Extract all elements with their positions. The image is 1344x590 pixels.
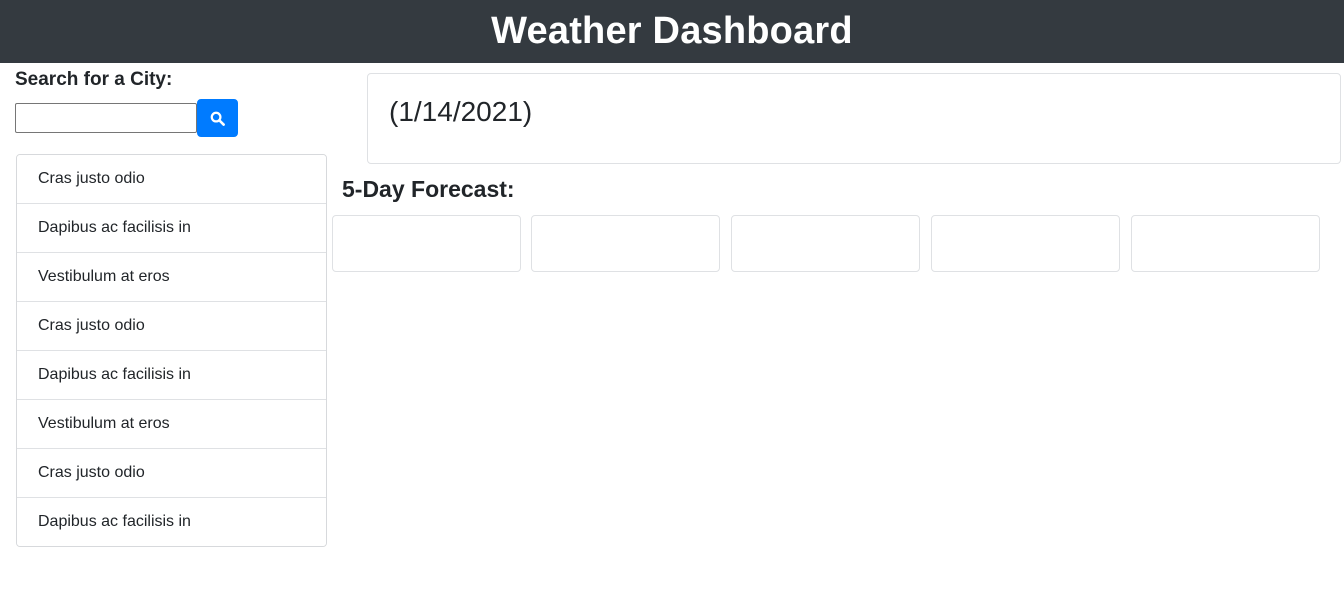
history-item[interactable]: Dapibus ac facilisis in [17,204,326,253]
current-weather-card: (1/14/2021) [367,73,1341,164]
history-item[interactable]: Dapibus ac facilisis in [17,351,326,400]
city-search-input[interactable] [15,103,197,133]
forecast-card-day-5 [1131,215,1320,272]
forecast-card-day-1 [332,215,521,272]
history-item[interactable]: Cras justo odio [17,302,326,351]
forecast-card-day-4 [931,215,1120,272]
current-date: (1/14/2021) [389,96,533,127]
history-item[interactable]: Dapibus ac facilisis in [17,498,326,546]
history-item[interactable]: Vestibulum at eros [17,253,326,302]
top-header-bar: Weather Dashboard [0,0,1344,63]
page-title: Weather Dashboard [491,10,853,52]
history-item[interactable]: Cras justo odio [17,155,326,204]
search-history-list: Cras justo odio Dapibus ac facilisis in … [16,154,327,547]
forecast-title: 5-Day Forecast: [342,176,515,202]
history-item[interactable]: Vestibulum at eros [17,400,326,449]
search-icon [210,111,225,126]
forecast-card-day-2 [531,215,720,272]
history-item[interactable]: Cras justo odio [17,449,326,498]
search-label: Search for a City: [15,69,173,90]
search-button[interactable] [197,99,238,137]
forecast-card-day-3 [731,215,920,272]
